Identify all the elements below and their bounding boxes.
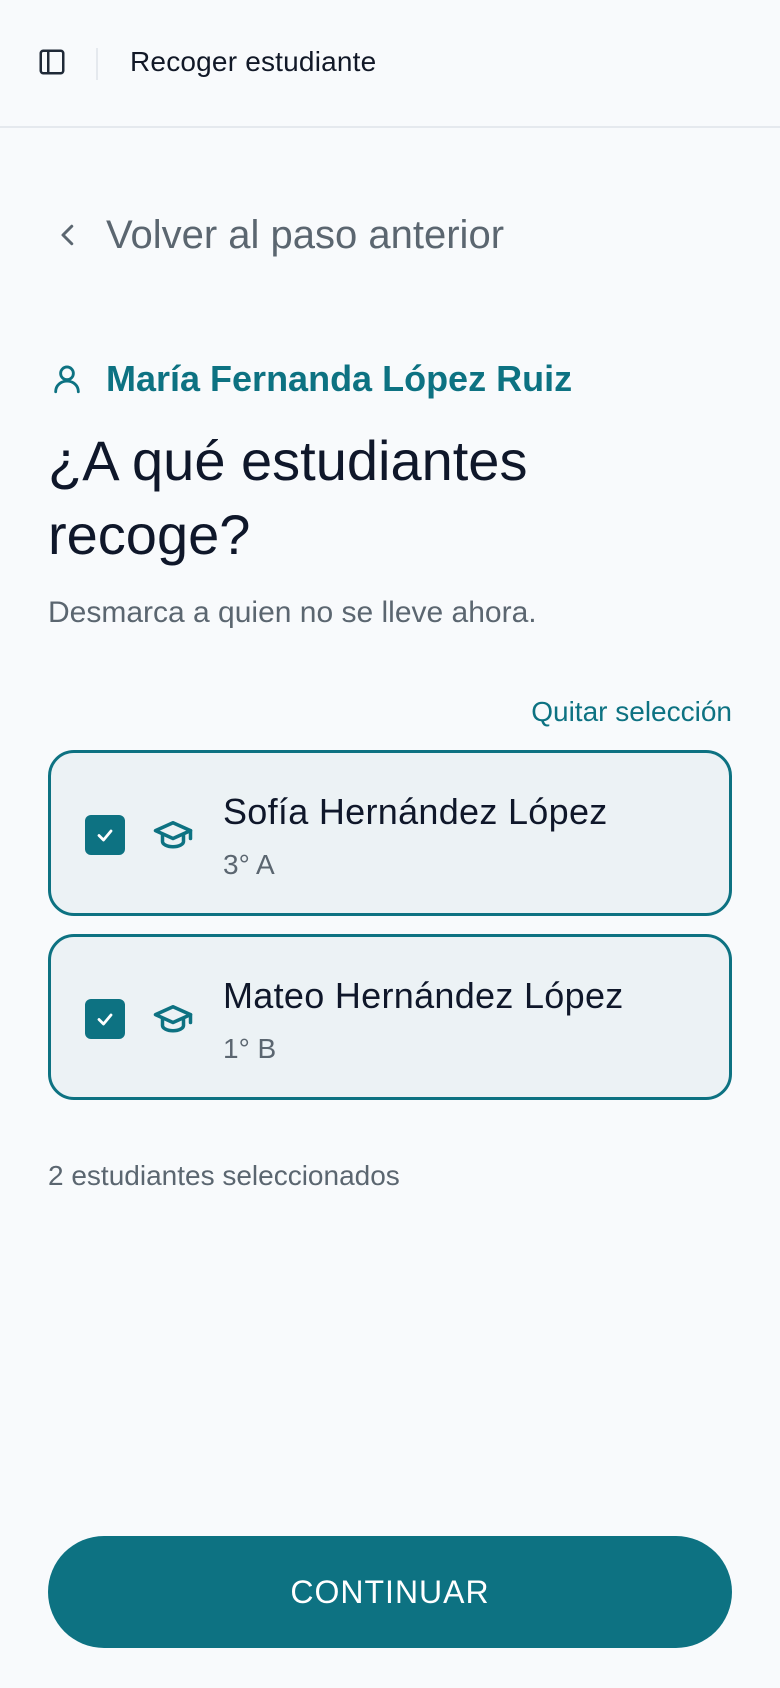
selected-count: 2 estudiantes seleccionados: [48, 1160, 400, 1191]
sidebar-panel-icon: [37, 47, 67, 82]
graduation-cap-icon: [149, 997, 197, 1041]
clear-selection-link[interactable]: Quitar selección: [531, 696, 732, 728]
student-card[interactable]: Mateo Hernández López 1° B: [48, 934, 732, 1100]
student-grade: 3° A: [223, 849, 275, 880]
user-icon: [50, 359, 86, 399]
page-title: Recoger estudiante: [130, 46, 377, 77]
instruction-text: Desmarca a quien no se lleve ahora.: [48, 596, 537, 629]
back-link[interactable]: Volver al paso anterior: [50, 210, 504, 260]
header-divider: [96, 48, 98, 80]
guardian-info: María Fernanda López Ruiz: [50, 358, 572, 400]
continue-button[interactable]: CONTINUAR: [48, 1536, 732, 1648]
pickup-student-page: Recoger estudiante Volver al paso anteri…: [0, 0, 780, 1688]
main-heading: ¿A qué estudiantes recoge?: [48, 429, 528, 566]
student-checkbox[interactable]: [85, 815, 125, 855]
student-name: Mateo Hernández López: [223, 975, 624, 1016]
student-name: Sofía Hernández López: [223, 791, 608, 832]
check-icon: [97, 1013, 113, 1026]
student-grade: 1° B: [223, 1033, 277, 1064]
student-card[interactable]: Sofía Hernández López 3° A: [48, 750, 732, 916]
continue-button-label: CONTINUAR: [290, 1573, 490, 1610]
chevron-left-icon: [50, 217, 86, 253]
top-bar: Recoger estudiante: [0, 0, 780, 128]
back-link-label: Volver al paso anterior: [106, 212, 505, 257]
graduation-cap-icon: [149, 813, 197, 857]
student-checkbox[interactable]: [85, 999, 125, 1039]
guardian-name: María Fernanda López Ruiz: [106, 358, 573, 399]
check-icon: [97, 829, 113, 842]
sidebar-toggle-button[interactable]: [36, 48, 68, 80]
